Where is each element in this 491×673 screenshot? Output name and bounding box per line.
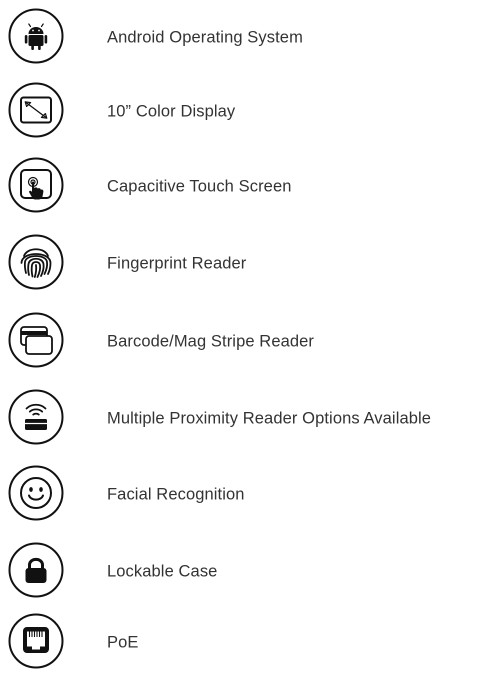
feature-row-android: Android Operating System [8,8,491,68]
android-icon [8,8,64,64]
feature-row-touch: Capacitive Touch Screen [8,157,491,217]
feature-label: 10” Color Display [107,102,236,121]
feature-label: Barcode/Mag Stripe Reader [107,332,315,351]
ethernet-port-icon [8,613,64,669]
feature-row-display: 10” Color Display [8,82,491,142]
touch-screen-icon [8,157,64,213]
feature-label: Android Operating System [107,28,303,47]
feature-row-lock: Lockable Case [8,542,491,602]
feature-label: Lockable Case [107,562,218,581]
feature-row-proximity: Multiple Proximity Reader Options Availa… [8,389,491,449]
display-resize-icon [8,82,64,138]
feature-row-fingerprint: Fingerprint Reader [8,234,491,294]
feature-label: Capacitive Touch Screen [107,177,292,196]
feature-label: Facial Recognition [107,485,245,504]
feature-row-facial: Facial Recognition [8,465,491,525]
lock-icon [8,542,64,598]
feature-label: PoE [107,633,139,652]
cards-icon [8,312,64,368]
fingerprint-icon [8,234,64,290]
feature-label: Fingerprint Reader [107,254,247,273]
feature-row-cards: Barcode/Mag Stripe Reader [8,312,491,372]
feature-list: Android Operating System 10” Color Displ… [0,0,491,669]
smiley-face-icon [8,465,64,521]
feature-label: Multiple Proximity Reader Options Availa… [107,409,432,428]
proximity-reader-icon [8,389,64,445]
feature-row-poe: PoE [8,613,491,673]
